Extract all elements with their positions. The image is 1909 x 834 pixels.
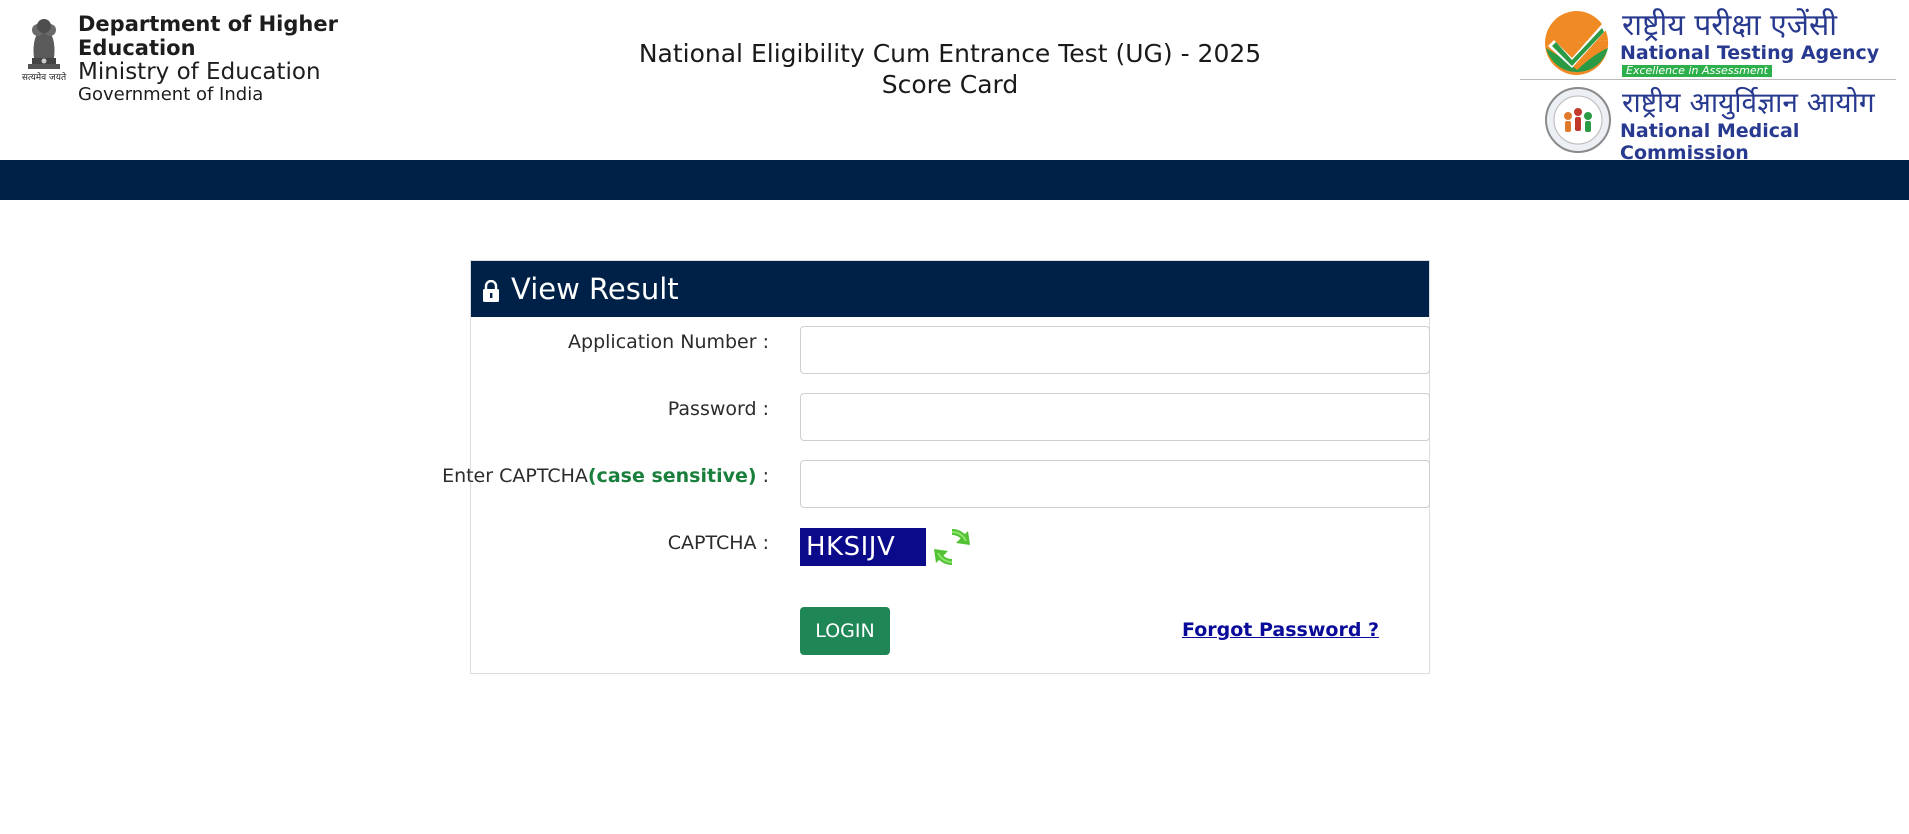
navigation-band (0, 160, 1909, 200)
agency-logos: राष्ट्रीय परीक्षा एजेंसी National Testin… (1520, 8, 1896, 164)
captcha-input-label-text: Enter CAPTCHA (442, 465, 588, 487)
captcha-display-label: CAPTCHA : (667, 532, 769, 554)
captcha-input-label-colon: : (756, 465, 769, 487)
ministry-brand: सत्यमेव जयते Department of Higher Educat… (16, 12, 456, 105)
ministry-name-block: Department of Higher Education Ministry … (78, 12, 456, 106)
application-number-input[interactable] (800, 326, 1430, 374)
lock-icon (483, 280, 499, 302)
exam-title: National Eligibility Cum Entrance Test (… (638, 39, 1262, 68)
nmc-seal-logo-icon (1545, 87, 1611, 153)
case-sensitive-note: (case sensitive) (587, 465, 757, 487)
nta-english-name: National Testing Agency (1620, 42, 1880, 64)
ministry-name: Ministry of Education (78, 59, 321, 85)
nmc-hindi-name: राष्ट्रीय आयुर्विज्ञान आयोग (1622, 86, 1875, 119)
nta-hindi-name: राष्ट्रीय परीक्षा एजेंसी (1622, 8, 1838, 43)
password-input[interactable] (800, 393, 1430, 441)
forgot-password-link[interactable]: Forgot Password ? (1182, 619, 1379, 641)
government-name: Government of India (78, 84, 264, 105)
view-result-panel: View Result Application Number : Passwor… (442, 260, 1430, 674)
nmc-english-name: National Medical Commission (1620, 120, 1800, 164)
password-label: Password : (667, 398, 769, 420)
captcha-image: HKSIJV (800, 528, 926, 566)
panel-title: View Result (511, 272, 679, 306)
nta-logo: राष्ट्रीय परीक्षा एजेंसी National Testin… (1520, 8, 1896, 80)
login-button[interactable]: LOGIN (800, 607, 890, 655)
panel-header: View Result (471, 261, 1429, 317)
scorecard-title: Score Card (881, 70, 1019, 99)
nta-tagline: Excellence in Assessment (1622, 65, 1772, 77)
captcha-input[interactable] (800, 460, 1430, 508)
nta-check-logo-icon (1545, 11, 1609, 75)
captcha-input-label: Enter CAPTCHA(case sensitive) : (442, 465, 769, 487)
page-title: National Eligibility Cum Entrance Test (… (550, 38, 1350, 100)
department-name: Department of Higher Education (78, 12, 338, 60)
emblem-caption: सत्यमेव जयते (21, 73, 67, 83)
site-header: सत्यमेव जयते Department of Higher Educat… (0, 0, 1909, 164)
application-number-label: Application Number : (568, 331, 769, 353)
refresh-icon[interactable] (932, 527, 972, 567)
nmc-logo: राष्ट्रीय आयुर्विज्ञान आयोग National Med… (1520, 84, 1896, 164)
